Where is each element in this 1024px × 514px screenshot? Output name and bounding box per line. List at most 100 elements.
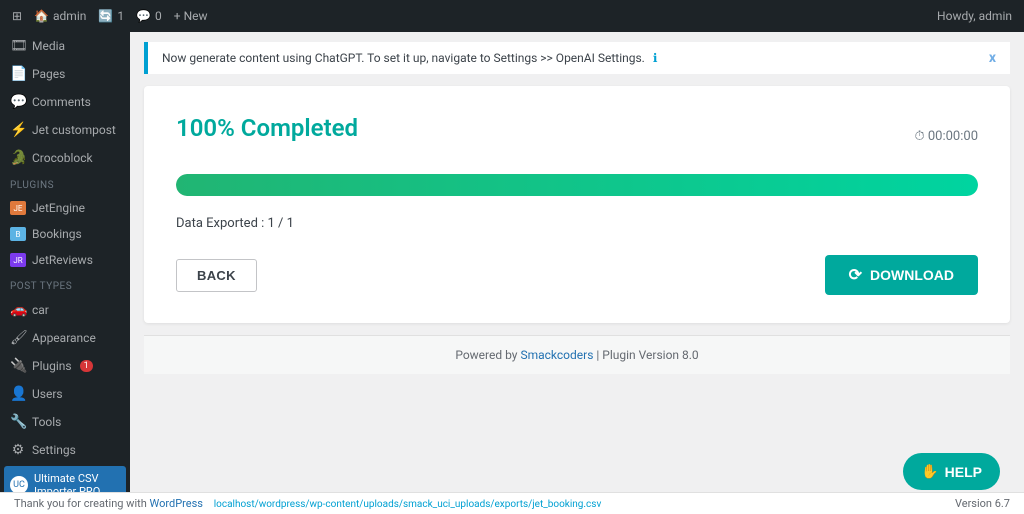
sidebar-item-users-label: Users — [32, 387, 63, 401]
sidebar-item-crocoblock[interactable]: 🐊 Crocoblock — [0, 144, 130, 172]
card-actions: BACK ⟳ DOWNLOAD — [176, 255, 978, 295]
sidebar-item-media[interactable]: 🎞 Media — [0, 32, 130, 60]
updates-item[interactable]: 🔄 1 — [98, 9, 124, 23]
wp-logo-item[interactable]: ⊞ — [12, 9, 22, 23]
home-icon: 🏠 — [34, 9, 49, 23]
post-types-section-label: POST TYPES — [0, 273, 130, 296]
plugin-version-text: | Plugin Version 8.0 — [596, 348, 698, 362]
admin-bar-right: Howdy, admin — [937, 9, 1012, 23]
sidebar-item-comments-label: Comments — [32, 95, 91, 109]
notice-text: Now generate content using ChatGPT. To s… — [162, 51, 657, 65]
jetengine-icon: JE — [10, 201, 26, 215]
appearance-icon: 🖌 — [10, 330, 26, 346]
info-icon: ℹ — [653, 51, 658, 65]
pages-icon: 📄 — [10, 66, 26, 82]
admin-bar-left: ⊞ 🏠 admin 🔄 1 💬 0 + New — [12, 9, 208, 23]
sidebar-item-bookings[interactable]: B Bookings — [0, 221, 130, 247]
new-content-item[interactable]: + New — [174, 9, 208, 23]
sidebar-item-appearance[interactable]: 🖌 Appearance — [0, 324, 130, 352]
sidebar-item-ultimate-csv[interactable]: UC Ultimate CSV Importer PRO — [4, 466, 126, 492]
completed-title: 100% Completed — [176, 114, 358, 142]
car-icon: 🚗 — [10, 302, 26, 318]
sidebar-item-crocoblock-label: Crocoblock — [32, 151, 93, 165]
thank-you-text: Thank you for creating with — [14, 497, 147, 510]
sidebar-item-tools-label: Tools — [32, 415, 61, 429]
sidebar-item-jetcustompost-label: Jet custompost — [32, 123, 116, 137]
version-text: Version 6.7 — [955, 497, 1010, 510]
smackcoders-link[interactable]: Smackcoders — [520, 348, 593, 362]
sidebar-item-media-label: Media — [32, 39, 65, 53]
completed-title-text: 100% Completed — [176, 114, 358, 142]
sidebar-item-users[interactable]: 👤 Users — [0, 380, 130, 408]
plugins-badge: 1 — [80, 360, 93, 372]
sidebar-item-jetengine[interactable]: JE JetEngine — [0, 195, 130, 221]
sidebar-item-car[interactable]: 🚗 car — [0, 296, 130, 324]
updates-icon: 🔄 — [98, 9, 113, 23]
sidebar-item-jetengine-label: JetEngine — [32, 201, 85, 215]
data-exported-text: Data Exported : 1 / 1 — [176, 216, 978, 231]
media-icon: 🎞 — [10, 38, 26, 54]
crocoblock-icon: 🐊 — [10, 150, 26, 166]
bottom-bar-left: Thank you for creating with WordPress lo… — [14, 497, 601, 510]
bottom-bar: Thank you for creating with WordPress lo… — [0, 492, 1024, 514]
notice-close-button[interactable]: x — [989, 50, 996, 66]
powered-by-text: Powered by — [455, 348, 517, 362]
bookings-icon: B — [10, 227, 26, 241]
sidebar-item-pages-label: Pages — [32, 67, 65, 81]
help-button[interactable]: ✋ HELP — [903, 453, 1000, 490]
sidebar-item-jetcustompost[interactable]: ⚡ Jet custompost — [0, 116, 130, 144]
jetcustompost-icon: ⚡ — [10, 122, 26, 138]
export-card: 100% Completed ⏱ 00:00:00 Data Exported … — [144, 86, 1010, 323]
content-area: Now generate content using ChatGPT. To s… — [130, 32, 1024, 492]
progress-bar-fill — [176, 174, 978, 196]
sidebar: 🎞 Media 📄 Pages 💬 Comments ⚡ Jet customp… — [0, 32, 130, 492]
sidebar-item-ultimate-csv-label: Ultimate CSV Importer PRO — [34, 472, 120, 492]
main-wrapper: 🎞 Media 📄 Pages 💬 Comments ⚡ Jet customp… — [0, 32, 1024, 492]
updates-count: 1 — [117, 9, 124, 23]
file-path: localhost/wordpress/wp-content/uploads/s… — [214, 499, 602, 510]
csv-importer-icon: UC — [10, 476, 28, 492]
tools-icon: 🔧 — [10, 414, 26, 430]
new-label: + New — [174, 9, 208, 23]
comments-icon: 💬 — [10, 94, 26, 110]
howdy-text: Howdy, admin — [937, 9, 1012, 23]
wp-icon: ⊞ — [12, 9, 22, 23]
timer-display: ⏱ 00:00:00 — [915, 129, 979, 144]
comments-item[interactable]: 💬 0 — [136, 9, 162, 23]
comments-icon: 💬 — [136, 9, 151, 23]
wordpress-link[interactable]: WordPress — [150, 497, 203, 510]
sidebar-item-bookings-label: Bookings — [32, 227, 82, 241]
download-button[interactable]: ⟳ DOWNLOAD — [825, 255, 978, 295]
timer-text: ⏱ 00:00:00 — [915, 129, 979, 144]
sidebar-item-plugins-label: Plugins — [32, 359, 72, 373]
help-icon: ✋ — [921, 463, 938, 480]
admin-bar: ⊞ 🏠 admin 🔄 1 💬 0 + New Howdy, admin — [0, 0, 1024, 32]
sidebar-item-jetreviews-label: JetReviews — [32, 253, 93, 267]
notice-message: Now generate content using ChatGPT. To s… — [162, 51, 645, 65]
progress-bar-background — [176, 174, 978, 196]
notice-bar: Now generate content using ChatGPT. To s… — [144, 42, 1010, 74]
sidebar-item-appearance-label: Appearance — [32, 331, 96, 345]
sidebar-item-settings[interactable]: ⚙ Settings — [0, 436, 130, 464]
sidebar-item-car-label: car — [32, 303, 49, 317]
download-icon: ⟳ — [849, 265, 862, 285]
back-button[interactable]: BACK — [176, 259, 257, 292]
sidebar-item-jetreviews[interactable]: JR JetReviews — [0, 247, 130, 273]
sidebar-item-settings-label: Settings — [32, 443, 76, 457]
plugins-section-label: PLUGINS — [0, 172, 130, 195]
plugins-icon: 🔌 — [10, 358, 26, 374]
users-icon: 👤 — [10, 386, 26, 402]
completed-header: 100% Completed ⏱ 00:00:00 — [176, 114, 978, 158]
sidebar-item-tools[interactable]: 🔧 Tools — [0, 408, 130, 436]
sidebar-item-plugins[interactable]: 🔌 Plugins 1 — [0, 352, 130, 380]
data-exported-label: Data Exported : 1 / 1 — [176, 216, 294, 231]
comments-count: 0 — [155, 9, 162, 23]
sidebar-item-comments[interactable]: 💬 Comments — [0, 88, 130, 116]
jetreviews-icon: JR — [10, 253, 26, 267]
admin-label: admin — [53, 9, 86, 23]
sidebar-item-pages[interactable]: 📄 Pages — [0, 60, 130, 88]
export-footer: Powered by Smackcoders | Plugin Version … — [144, 335, 1010, 374]
admin-user-item[interactable]: 🏠 admin — [34, 9, 86, 23]
download-label: DOWNLOAD — [870, 267, 954, 283]
settings-icon: ⚙ — [10, 442, 26, 458]
